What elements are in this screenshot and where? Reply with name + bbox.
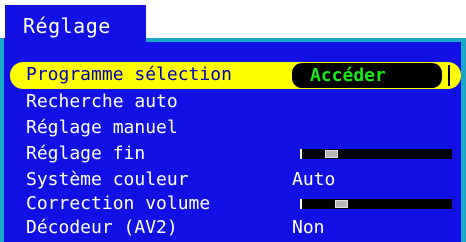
menu-item-label: Correction volume bbox=[26, 193, 211, 214]
scroll-indicator bbox=[448, 65, 450, 86]
menu-item-label: Décodeur (AV2) bbox=[26, 217, 178, 238]
panel-top-border bbox=[146, 38, 466, 42]
fine-tuning-slider[interactable] bbox=[300, 149, 452, 159]
slider-knob[interactable] bbox=[325, 150, 338, 158]
menu-item-systeme-couleur[interactable]: Système couleur Auto bbox=[0, 168, 466, 192]
menu-item-reglage-manuel[interactable]: Réglage manuel bbox=[0, 116, 466, 140]
menu-item-label: Système couleur bbox=[26, 169, 189, 190]
menu-item-correction-volume[interactable]: Correction volume bbox=[0, 192, 466, 216]
menu-item-label: Programme sélection bbox=[26, 64, 232, 85]
page-title: Réglage bbox=[23, 14, 111, 38]
acceder-button-label: Accéder bbox=[310, 65, 386, 86]
menu-item-value: Auto bbox=[292, 169, 336, 190]
acceder-button[interactable]: Accéder bbox=[292, 63, 442, 88]
volume-correction-slider[interactable] bbox=[300, 199, 452, 209]
menu-item-programme-selection[interactable]: Programme sélection Accéder bbox=[10, 62, 461, 89]
menu-item-label: Réglage fin bbox=[26, 143, 146, 164]
slider-knob[interactable] bbox=[335, 200, 348, 208]
menu-item-recherche-auto[interactable]: Recherche auto bbox=[0, 90, 466, 114]
menu-item-label: Recherche auto bbox=[26, 91, 178, 112]
menu-item-label: Réglage manuel bbox=[26, 117, 178, 138]
menu-item-value: Non bbox=[292, 217, 325, 238]
menu-item-reglage-fin[interactable]: Réglage fin bbox=[0, 142, 466, 166]
menu-item-decodeur-av2[interactable]: Décodeur (AV2) Non bbox=[0, 216, 466, 240]
title-tab: Réglage bbox=[5, 5, 146, 44]
